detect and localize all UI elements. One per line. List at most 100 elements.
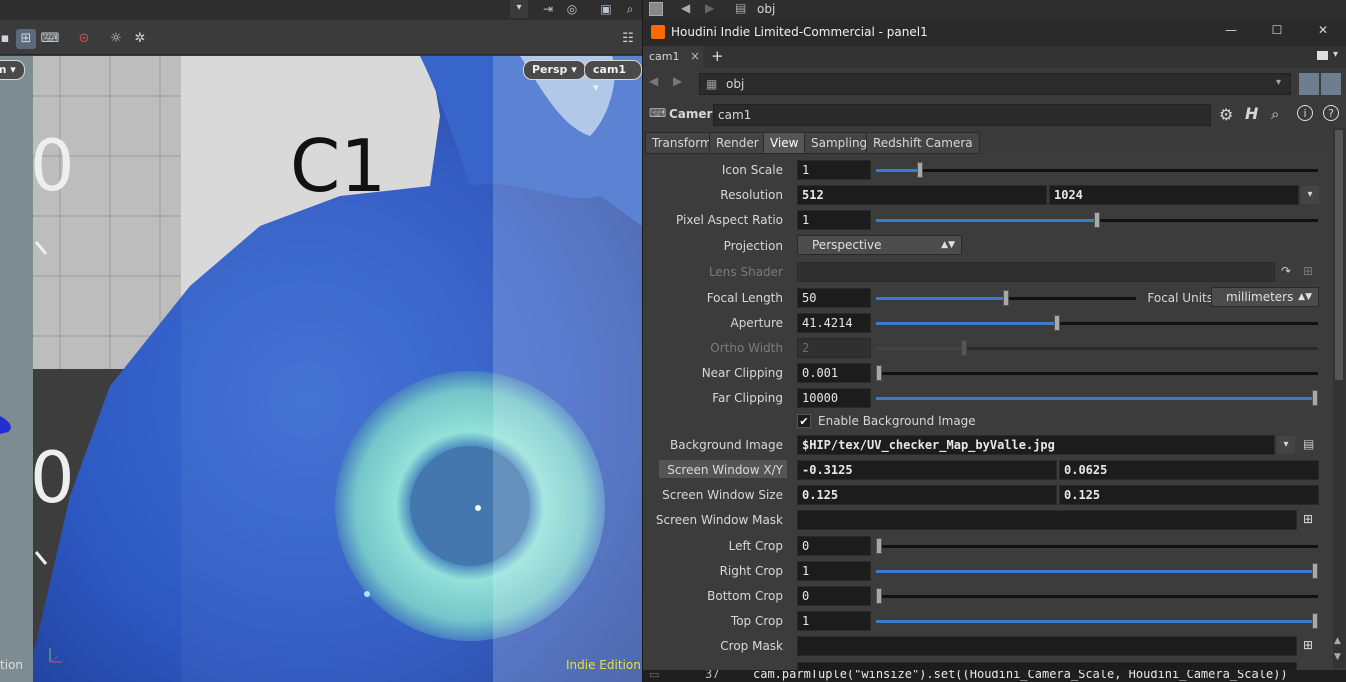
right-crop-handle[interactable] bbox=[1312, 563, 1318, 579]
path-forward-icon[interactable]: ▶ bbox=[673, 74, 682, 88]
path-back-icon[interactable]: ◀ bbox=[649, 74, 658, 88]
screen-window-xy-label[interactable]: Screen Window X/Y bbox=[643, 463, 783, 477]
pane-menu-arrow-icon[interactable]: ▾ bbox=[1333, 49, 1338, 60]
grid-icon[interactable] bbox=[649, 2, 663, 16]
aperture-handle[interactable] bbox=[1054, 315, 1061, 331]
left-menu-pill[interactable]: m ▾ bbox=[0, 60, 25, 80]
far-clipping-field[interactable]: 10000 bbox=[797, 388, 871, 408]
scroll-down-icon[interactable]: ▼ bbox=[1334, 652, 1341, 662]
scroll-up-icon[interactable]: ▲ bbox=[1334, 636, 1341, 646]
focal-length-slider[interactable] bbox=[876, 290, 1136, 306]
minimize-button[interactable]: — bbox=[1219, 23, 1243, 37]
screen-window-y-field[interactable]: 0.0625 bbox=[1059, 460, 1319, 480]
icon-scale-field[interactable]: 1 bbox=[797, 160, 871, 180]
file-chooser-icon[interactable]: ▤ bbox=[1303, 437, 1314, 451]
right-crop-field[interactable]: 1 bbox=[797, 561, 871, 581]
panel-scrollbar[interactable]: ▲ ▼ bbox=[1333, 128, 1345, 668]
close-button[interactable]: ✕ bbox=[1311, 23, 1335, 37]
cube-icon[interactable]: ▣ bbox=[598, 2, 614, 18]
enable-bg-checkbox[interactable]: ✔ bbox=[797, 414, 811, 428]
screen-window-x-field[interactable]: -0.3125 bbox=[797, 460, 1057, 480]
pin-icon[interactable]: ⇥ bbox=[540, 2, 556, 18]
snapshot-icon[interactable]: ⌨ bbox=[40, 29, 60, 49]
scrollbar-thumb[interactable] bbox=[1335, 130, 1343, 380]
bottom-crop-handle[interactable] bbox=[876, 588, 882, 604]
mask-chooser-icon[interactable]: ⊞ bbox=[1303, 512, 1313, 526]
add-tab-button[interactable]: + bbox=[711, 47, 724, 65]
pin-pane-icon[interactable] bbox=[1299, 73, 1319, 95]
far-clipping-slider[interactable] bbox=[876, 390, 1318, 406]
scene-viewport[interactable]: ▾ ⇥ ◎ ▣ ⌕ ▪ ⊞ ⌨ ⊝ ☼ ✲ ☷ 0 0 C1 m ▾ Persp… bbox=[0, 0, 642, 682]
icon-scale-slider[interactable] bbox=[876, 162, 1318, 178]
right-crop-slider[interactable] bbox=[876, 563, 1318, 579]
maximize-button[interactable]: ☐ bbox=[1265, 23, 1289, 37]
tab-view[interactable]: View bbox=[763, 132, 806, 154]
target-icon[interactable]: ◎ bbox=[564, 2, 580, 18]
record-icon[interactable]: ⊝ bbox=[74, 29, 94, 49]
top-crop-field[interactable]: 1 bbox=[797, 611, 871, 631]
display-options-icon[interactable]: ☷ bbox=[618, 29, 638, 49]
pane-menu-icon[interactable] bbox=[1317, 51, 1328, 60]
screen-window-size-x-field[interactable]: 0.125 bbox=[797, 485, 1057, 505]
search-icon[interactable]: ⌕ bbox=[1271, 105, 1279, 123]
screen-window-size-y-field[interactable]: 0.125 bbox=[1059, 485, 1319, 505]
tab-sampling[interactable]: Sampling bbox=[804, 132, 875, 154]
near-clipping-slider[interactable] bbox=[876, 365, 1318, 381]
tab-redshift-camera[interactable]: Redshift Camera bbox=[866, 132, 980, 154]
pixel-aspect-slider[interactable] bbox=[876, 212, 1318, 228]
pixel-aspect-handle[interactable] bbox=[1094, 212, 1100, 228]
top-path-label[interactable]: obj bbox=[757, 2, 775, 16]
ortho-width-handle[interactable] bbox=[961, 340, 968, 356]
icon-scale-handle[interactable] bbox=[917, 162, 924, 178]
left-crop-handle[interactable] bbox=[876, 538, 882, 554]
pixel-aspect-field[interactable]: 1 bbox=[797, 210, 871, 230]
crop-mask-chooser-icon[interactable]: ⊞ bbox=[1303, 638, 1313, 652]
bottom-crop-field[interactable]: 0 bbox=[797, 586, 871, 606]
path-dropdown[interactable]: ▦ obj ▾ bbox=[699, 73, 1291, 95]
forward-arrow-icon[interactable]: ▶ bbox=[705, 1, 714, 15]
lens-jump-icon[interactable]: ↷ bbox=[1281, 264, 1291, 278]
light-icon[interactable]: ☼ bbox=[106, 29, 126, 49]
focal-units-menu[interactable]: millimeters ▲▼ bbox=[1211, 287, 1319, 307]
tab-transform[interactable]: Transform bbox=[645, 132, 719, 154]
projection-menu[interactable]: Perspective ▲▼ bbox=[797, 235, 962, 255]
gear-icon[interactable]: ⚙ bbox=[1219, 105, 1233, 124]
viewport-scene[interactable]: 0 0 C1 m ▾ Persp ▾ cam1 ▾ Indie Edition … bbox=[0, 56, 642, 682]
question-icon[interactable]: ? bbox=[1323, 105, 1339, 121]
top-crop-slider[interactable] bbox=[876, 613, 1318, 629]
dropdown-arrow-icon[interactable]: ▾ bbox=[510, 0, 528, 18]
resolution-y-field[interactable]: 1024 bbox=[1049, 185, 1299, 205]
crop-mask-field[interactable] bbox=[797, 636, 1297, 656]
link-pane-icon[interactable] bbox=[1321, 73, 1341, 95]
focal-length-field[interactable]: 50 bbox=[797, 288, 871, 308]
resolution-x-field[interactable]: 512 bbox=[797, 185, 1047, 205]
focal-length-handle[interactable] bbox=[1003, 290, 1009, 306]
lens-chooser-icon[interactable]: ⊞ bbox=[1303, 264, 1313, 278]
near-clipping-field[interactable]: 0.001 bbox=[797, 363, 871, 383]
persp-menu[interactable]: Persp ▾ bbox=[523, 60, 586, 80]
resolution-menu-icon[interactable]: ▾ bbox=[1301, 186, 1319, 204]
left-crop-field[interactable]: 0 bbox=[797, 536, 871, 556]
bg-image-menu-icon[interactable]: ▾ bbox=[1277, 436, 1295, 454]
camera-view-icon[interactable]: ⊞ bbox=[16, 29, 36, 49]
settings-box-icon[interactable]: ✲ bbox=[130, 29, 150, 49]
close-tab-icon[interactable]: × bbox=[690, 49, 700, 63]
tab-cam1[interactable]: cam1 × bbox=[643, 46, 703, 68]
screen-window-mask-field[interactable] bbox=[797, 510, 1297, 530]
toolbar-edge-icon[interactable]: ▪ bbox=[0, 29, 10, 49]
left-crop-slider[interactable] bbox=[876, 538, 1318, 554]
aperture-field[interactable]: 41.4214 bbox=[797, 313, 871, 333]
enable-bg-label[interactable]: Enable Background Image bbox=[818, 414, 976, 428]
info-icon[interactable]: i bbox=[1297, 105, 1313, 121]
camera-menu[interactable]: cam1 ▾ bbox=[584, 60, 642, 94]
node-name-field[interactable]: cam1 bbox=[713, 104, 1211, 126]
aperture-slider[interactable] bbox=[876, 315, 1318, 331]
bg-image-field[interactable]: $HIP/tex/UV_checker_Map_byValle.jpg bbox=[797, 435, 1275, 455]
back-arrow-icon[interactable]: ◀ bbox=[681, 1, 690, 15]
tab-render[interactable]: Render bbox=[709, 132, 766, 154]
near-clipping-handle[interactable] bbox=[876, 365, 882, 381]
ortho-width-slider[interactable] bbox=[876, 340, 1318, 356]
search-icon[interactable]: ⌕ bbox=[622, 2, 638, 18]
top-crop-handle[interactable] bbox=[1312, 613, 1318, 629]
lens-shader-field[interactable] bbox=[797, 262, 1275, 282]
